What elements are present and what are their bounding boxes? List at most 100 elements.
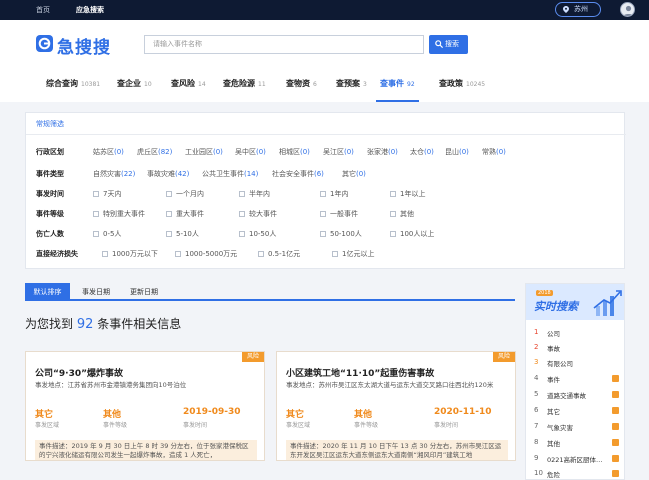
checkbox[interactable] bbox=[239, 231, 245, 237]
checkbox[interactable] bbox=[166, 211, 172, 217]
result-summary: 为您找到 92 条事件相关信息 bbox=[25, 315, 181, 332]
filter-checkbox[interactable]: 5-10人 bbox=[166, 229, 199, 239]
user-avatar[interactable] bbox=[620, 2, 635, 17]
filter-checkbox[interactable]: 一般事件 bbox=[320, 209, 358, 219]
realtime-search-item[interactable]: 9 0221高新区厨体… bbox=[526, 453, 624, 465]
checkbox[interactable] bbox=[239, 191, 245, 197]
checkbox[interactable] bbox=[258, 251, 264, 257]
sort-default-tab[interactable]: 默认排序 bbox=[25, 283, 70, 301]
checkbox[interactable] bbox=[320, 231, 326, 237]
filter-option[interactable]: 太仓(0) bbox=[410, 147, 434, 157]
option-name: 社会安全事件 bbox=[272, 170, 314, 178]
filter-option[interactable]: 昆山(0) bbox=[445, 147, 469, 157]
filter-title[interactable]: 常规筛选 bbox=[36, 119, 64, 129]
sort-event-date-tab[interactable]: 事发日期 bbox=[73, 283, 119, 301]
filter-checkbox[interactable]: 1年内 bbox=[320, 189, 348, 199]
checkbox[interactable] bbox=[175, 251, 181, 257]
checkbox[interactable] bbox=[102, 251, 108, 257]
filter-checkbox[interactable]: 重大事件 bbox=[166, 209, 204, 219]
filter-checkbox[interactable]: 1年以上 bbox=[390, 189, 425, 199]
realtime-search-item[interactable]: 4 事件 bbox=[526, 373, 624, 385]
filter-checkbox[interactable]: 1000-5000万元 bbox=[175, 249, 237, 259]
filter-checkbox[interactable]: 0.5-1亿元 bbox=[258, 249, 300, 259]
checkbox[interactable] bbox=[390, 231, 396, 237]
filter-checkbox[interactable]: 10-50人 bbox=[239, 229, 276, 239]
filter-checkbox[interactable]: 0-5人 bbox=[93, 229, 121, 239]
filter-option[interactable]: 事故灾难(42) bbox=[147, 169, 189, 179]
filter-checkbox[interactable]: 较大事件 bbox=[239, 209, 277, 219]
filter-option[interactable]: 常熟(0) bbox=[482, 147, 506, 157]
filter-option[interactable]: 社会安全事件(6) bbox=[272, 169, 324, 179]
filter-option[interactable]: 自然灾害(22) bbox=[93, 169, 135, 179]
filter-option[interactable]: 张家港(0) bbox=[367, 147, 398, 157]
tab-risk[interactable]: 查风险 14 bbox=[171, 74, 206, 102]
tab-policy[interactable]: 查政策 10245 bbox=[439, 74, 485, 102]
item-text: 事件 bbox=[547, 376, 560, 384]
realtime-search-item[interactable]: 5 道路交通事故 bbox=[526, 389, 624, 401]
tab-plan[interactable]: 查预案 3 bbox=[336, 74, 367, 102]
filter-checkbox[interactable]: 其他 bbox=[390, 209, 414, 219]
filter-option[interactable]: 吴中区(0) bbox=[235, 147, 266, 157]
city-selector[interactable]: 苏州 bbox=[555, 2, 601, 17]
tab-event[interactable]: 查事件 92 bbox=[376, 74, 419, 102]
filter-option[interactable]: 工业园区(0) bbox=[185, 147, 223, 157]
filter-checkbox[interactable]: 1亿元以上 bbox=[332, 249, 374, 259]
checkbox[interactable] bbox=[320, 211, 326, 217]
event-card[interactable]: 风险 小区建筑工地“11·10”起重伤害事故 事发地点：苏州市吴江区东太湖大道与… bbox=[276, 351, 516, 461]
rank-number: 2 bbox=[534, 343, 539, 351]
option-name: 特别重大事件 bbox=[103, 210, 145, 218]
filter-checkbox[interactable]: 50-100人 bbox=[320, 229, 362, 239]
checkbox[interactable] bbox=[239, 211, 245, 217]
checkbox[interactable] bbox=[93, 211, 99, 217]
option-count: (0) bbox=[114, 148, 124, 156]
filter-option[interactable]: 其它(0) bbox=[342, 169, 366, 179]
tab-comprehensive[interactable]: 综合查询 10381 bbox=[46, 74, 100, 102]
emergency-search-link[interactable]: 应急搜索 bbox=[76, 5, 104, 15]
event-title[interactable]: 公司“9·30”爆炸事故 bbox=[35, 366, 123, 379]
realtime-search-item[interactable]: 10 危险 bbox=[526, 468, 624, 479]
filter-checkbox[interactable]: 半年内 bbox=[239, 189, 270, 199]
realtime-search-item[interactable]: 6 其它 bbox=[526, 405, 624, 417]
home-link[interactable]: 首页 bbox=[36, 5, 50, 15]
rank-number: 9 bbox=[534, 454, 539, 462]
checkbox[interactable] bbox=[166, 231, 172, 237]
trend-chart-icon bbox=[593, 290, 622, 316]
tab-count: 92 bbox=[407, 81, 415, 88]
checkbox[interactable] bbox=[93, 191, 99, 197]
search-input[interactable]: 请输入事件名称 bbox=[144, 35, 424, 54]
filter-option[interactable]: 公共卫生事件(14) bbox=[202, 169, 258, 179]
filter-checkbox[interactable]: 特别重大事件 bbox=[93, 209, 145, 219]
filter-option[interactable]: 姑苏区(0) bbox=[93, 147, 124, 157]
filter-checkbox[interactable]: 1000万元以下 bbox=[102, 249, 158, 259]
filter-option[interactable]: 虎丘区(82) bbox=[137, 147, 172, 157]
filter-option[interactable]: 吴江区(0) bbox=[323, 147, 354, 157]
realtime-search-item[interactable]: 8 其他 bbox=[526, 437, 624, 449]
event-card[interactable]: 风险 公司“9·30”爆炸事故 事发地点：江苏省苏州市金港镇港务集团向10号泊位… bbox=[25, 351, 265, 461]
tab-hazard[interactable]: 查危险源 11 bbox=[223, 74, 266, 102]
checkbox[interactable] bbox=[166, 191, 172, 197]
checkbox[interactable] bbox=[93, 231, 99, 237]
filter-option[interactable]: 相城区(0) bbox=[279, 147, 310, 157]
filter-checkbox[interactable]: 100人以上 bbox=[390, 229, 434, 239]
filter-checkbox[interactable]: 一个月内 bbox=[166, 189, 204, 199]
realtime-search-item[interactable]: 1 公司 bbox=[526, 327, 624, 339]
search-button[interactable]: 搜索 bbox=[429, 35, 468, 54]
filter-row-economic-loss: 直接经济损失 1000万元以下 1000-5000万元 0.5-1亿元 1亿元以… bbox=[36, 249, 616, 261]
tab-supplies[interactable]: 查物资 6 bbox=[286, 74, 317, 102]
sort-update-date-tab[interactable]: 更新日期 bbox=[121, 283, 167, 301]
checkbox[interactable] bbox=[390, 211, 396, 217]
item-text: 气象灾害 bbox=[547, 424, 573, 432]
checkbox[interactable] bbox=[390, 191, 396, 197]
filter-checkbox[interactable]: 7天内 bbox=[93, 189, 121, 199]
tab-label: 查物资 bbox=[286, 79, 310, 88]
checkbox[interactable] bbox=[332, 251, 338, 257]
event-date: 2019-09-30 bbox=[183, 407, 241, 417]
realtime-search-item[interactable]: 7 气象灾害 bbox=[526, 421, 624, 433]
option-count: (42) bbox=[175, 170, 190, 178]
filter-row-casualties: 伤亡人数 0-5人 5-10人 10-50人 50-100人 100人以上 bbox=[36, 229, 616, 241]
tab-enterprise[interactable]: 查企业 10 bbox=[117, 74, 152, 102]
realtime-search-item[interactable]: 3 有限公司 bbox=[526, 357, 624, 369]
checkbox[interactable] bbox=[320, 191, 326, 197]
realtime-search-item[interactable]: 2 事故 bbox=[526, 342, 624, 354]
event-title[interactable]: 小区建筑工地“11·10”起重伤害事故 bbox=[286, 366, 434, 379]
